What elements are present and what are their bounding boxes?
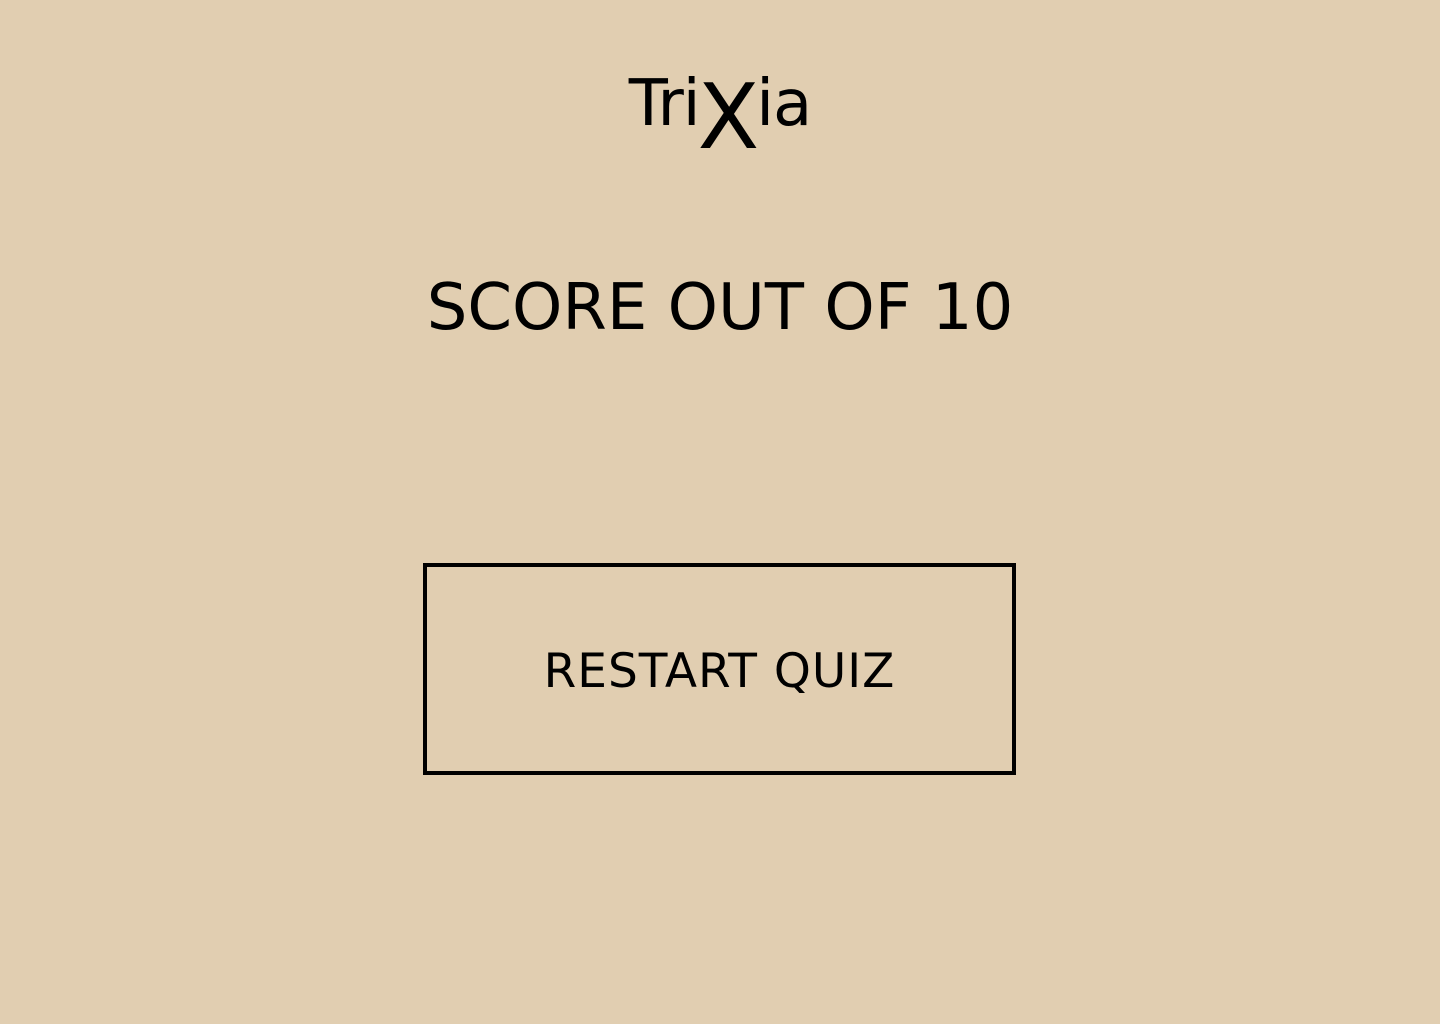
restart-quiz-label: RESTART QUIZ: [543, 643, 896, 699]
app-logo: TriXia: [0, 64, 1440, 164]
logo-x-letter: X: [697, 65, 760, 170]
restart-quiz-button[interactable]: RESTART QUIZ: [423, 563, 1016, 775]
score-title: SCORE OUT OF 10: [426, 271, 1014, 345]
logo-prefix: Tri: [628, 67, 701, 141]
logo-suffix: ia: [756, 67, 812, 141]
